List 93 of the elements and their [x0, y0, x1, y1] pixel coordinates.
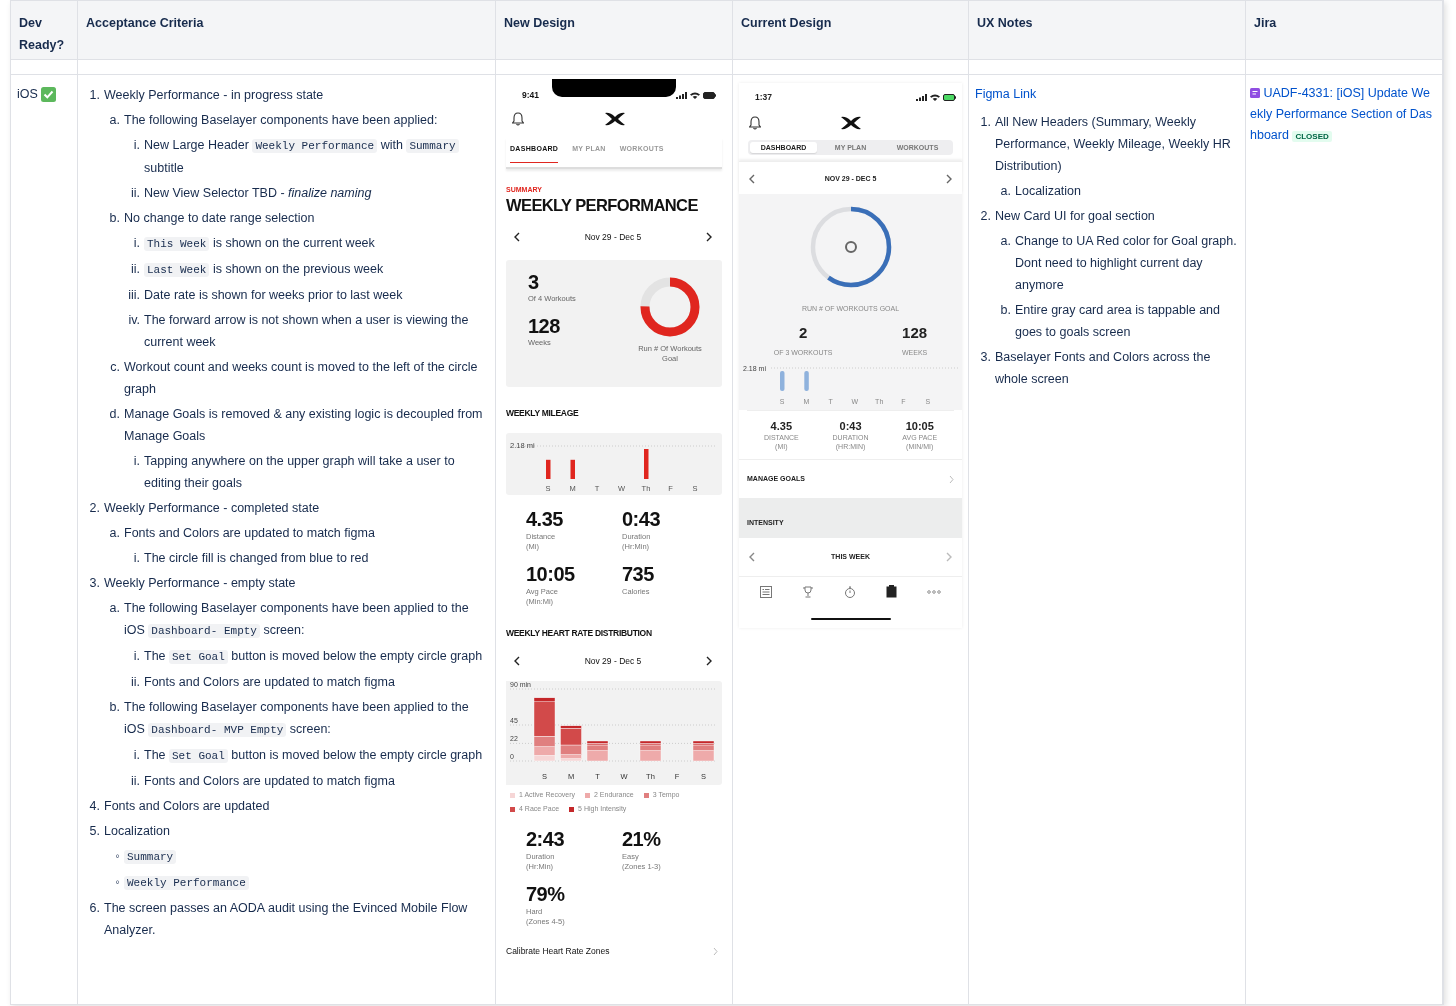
list-item-text: Weekly Performance - completed state	[104, 500, 321, 517]
list-marker: 5.	[88, 823, 100, 840]
stat-value: 0:43	[622, 507, 662, 532]
stat-value: 10:05	[905, 419, 934, 433]
list-item-text: Workout count and weeks count is moved to the left of the circle graph	[124, 359, 479, 398]
list-item-text: The Set Goal button is moved below the empty circle graph	[144, 648, 484, 666]
list-item-text: Last Week is shown on the previous week	[144, 258, 489, 281]
stat-value: 79%	[526, 882, 566, 907]
list-marker: 1.	[979, 114, 991, 131]
stat-value: 2:43	[526, 827, 566, 852]
list-item-text: The following Baselayer components have been applied to the iOS Dashboard- MVP Empty screen:	[124, 699, 470, 739]
list-item-text: Localization	[104, 823, 171, 840]
column-header: Current Design	[741, 16, 832, 30]
list-marker: b.	[108, 699, 120, 716]
list-marker: b.	[999, 302, 1011, 319]
list-marker: 3.	[979, 349, 991, 366]
list-item-text: Weekly Performance - in progress state	[104, 87, 325, 104]
list-item-text: All New Headers (Summary, Weekly Performance, Weekly Mileage, Weekly HR Distribution)	[995, 114, 1232, 175]
stat-value: 4.35	[526, 507, 564, 532]
list-item-text: Localization	[1015, 183, 1082, 200]
list-marker: i.	[132, 235, 140, 252]
list-marker: a.	[999, 233, 1011, 250]
status-time: 1:37	[755, 91, 772, 104]
stat-value: 21%	[622, 827, 662, 852]
section-title: WEEKLY MILEAGE	[506, 407, 580, 419]
list-marker: ii.	[129, 185, 140, 202]
stat-value: 2	[798, 324, 808, 342]
list-marker: iii.	[127, 287, 140, 304]
list-item-text: Baselayer Fonts and Colors across the whole screen	[995, 349, 1212, 388]
list-item-text: New Card UI for goal section	[995, 208, 1156, 225]
list-item-text: Weekly Performance - empty state	[104, 575, 297, 592]
list-item-text: The following Baselayer components have been applied to the iOS Dashboard- Empty screen:	[124, 600, 470, 640]
stat-value: 0:43	[839, 419, 862, 433]
status-time: 9:41	[522, 89, 539, 102]
date-range: Nov 29 - Dec 5	[584, 655, 642, 667]
list-marker: a.	[999, 183, 1011, 200]
list-marker: i.	[132, 747, 140, 764]
list-marker: d.	[108, 406, 120, 423]
list-marker: 1.	[88, 87, 100, 104]
list-item-text: The following Baselayer components have been applied:	[124, 112, 439, 129]
list-marker: 2.	[979, 208, 991, 225]
column-header: Jira	[1254, 16, 1277, 30]
list-marker: ii.	[129, 674, 140, 691]
section-title: WEEKLY HEART RATE DISTRIBUTION	[506, 627, 653, 639]
stat-value: 3	[528, 270, 540, 294]
list-item-text: The circle fill is changed from blue to red	[144, 550, 370, 567]
status-badge: CLOSED	[1292, 131, 1332, 142]
list-marker: ii.	[129, 773, 140, 790]
list-item-text: Entire gray card area is tappable and goes to goals screen	[1015, 302, 1221, 341]
column-header: Acceptance Criteria	[86, 16, 204, 30]
column-header: Dev Ready?	[19, 16, 65, 52]
column-header: New Design	[504, 16, 575, 30]
list-marker: i.	[132, 137, 140, 154]
list-item-text: The Set Goal button is moved below the empty circle graph	[144, 747, 484, 765]
list-item-text: This Week is shown on the current week	[144, 232, 489, 255]
list-item-text: Fonts and Colors are updated to match figma	[144, 674, 396, 691]
list-item-text: Fonts and Colors are updated to match figma	[144, 773, 396, 790]
list-marker: a.	[108, 112, 120, 129]
list-marker: 4.	[88, 798, 100, 815]
stat-value: 128	[902, 324, 928, 342]
list-item-text: Date rate is shown for weeks prior to last week	[144, 287, 404, 304]
stat-value: 10:05	[526, 562, 576, 587]
list-marker: i.	[132, 453, 140, 470]
list-marker: i.	[132, 648, 140, 665]
list-item-text: Fonts and Colors are updated to match figma	[124, 525, 376, 542]
list-item-text: Fonts and Colors are updated	[104, 798, 271, 815]
list-item-text: Summary	[124, 845, 489, 868]
list-marker: c.	[109, 359, 120, 376]
list-marker: 3.	[88, 575, 100, 592]
list-marker: ◦	[114, 874, 120, 891]
list-marker: 2.	[88, 500, 100, 517]
stat-value: 4.35	[770, 419, 792, 433]
list-item-text: New View Selector TBD - finalize naming	[144, 185, 373, 202]
list-marker: ◦	[114, 848, 120, 865]
platform-label: iOS	[17, 86, 38, 103]
column-header: UX Notes	[977, 16, 1033, 30]
list-marker: a.	[108, 525, 120, 542]
list-item-text: The forward arrow is not shown when a user is viewing the current week	[144, 312, 470, 351]
page-title: WEEKLY PERFORMANCE	[506, 195, 699, 215]
stat-value: 128	[528, 314, 561, 338]
list-marker: 6.	[88, 900, 100, 917]
list-item-text: Weekly Performance	[124, 871, 489, 894]
list-marker: i.	[132, 550, 140, 567]
list-item-text: No change to date range selection	[124, 210, 316, 227]
date-range: Nov 29 - Dec 5	[584, 231, 642, 243]
stat-value: 735	[622, 562, 655, 587]
list-marker: ii.	[129, 261, 140, 278]
list-marker: a.	[108, 600, 120, 617]
list-item-text: Tapping anywhere on the upper graph will take a user to editing their goals	[144, 453, 456, 492]
list-item-text: The screen passes an AODA audit using the Evinced Mobile Flow Analyzer.	[104, 900, 469, 939]
list-marker: b.	[108, 210, 120, 227]
list-item-text: Change to UA Red color for Goal graph. Dont need to highlight current day anymore	[1015, 233, 1238, 294]
list-marker: iv.	[127, 312, 140, 329]
